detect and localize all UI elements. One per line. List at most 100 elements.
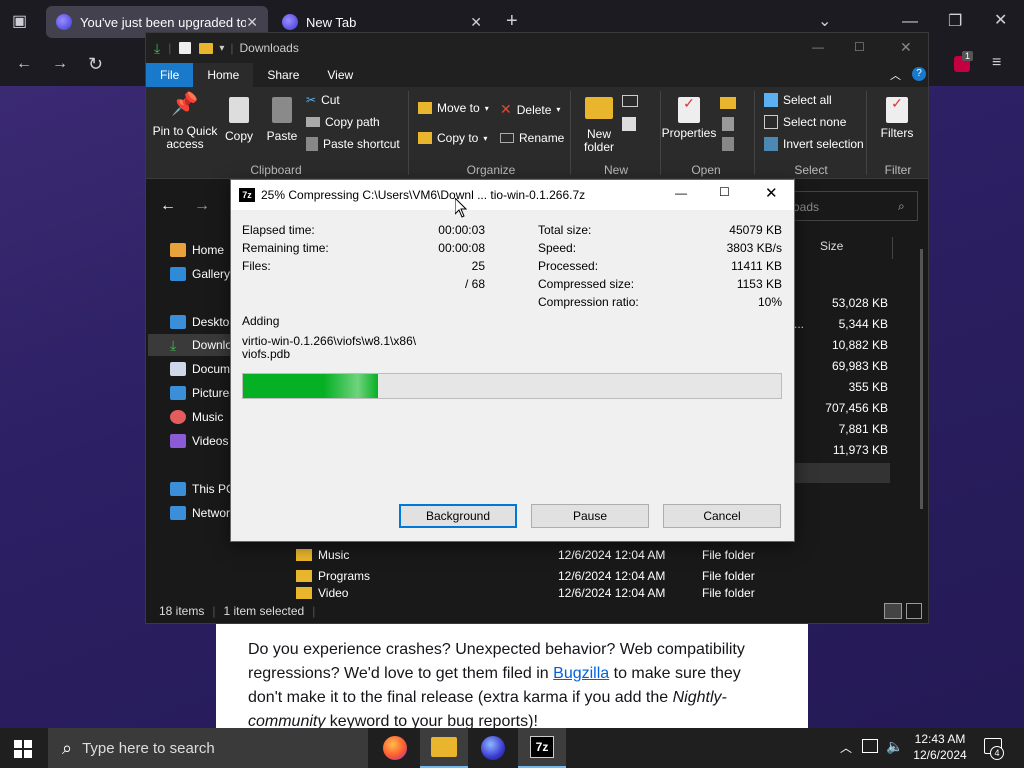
paste-shortcut-button[interactable]: Paste shortcut bbox=[306, 137, 400, 151]
reload-icon[interactable]: ↻ bbox=[88, 55, 103, 73]
nav-desktop[interactable]: Desktop bbox=[170, 315, 236, 329]
new-folder-button[interactable]: New folder bbox=[574, 97, 624, 154]
home-icon bbox=[170, 243, 186, 257]
elapsed-time-label: Elapsed time: bbox=[242, 223, 315, 237]
select-group-label: Select bbox=[794, 163, 828, 177]
close-window-icon[interactable]: ✕ bbox=[994, 13, 1007, 29]
nav-pictures[interactable]: Pictures bbox=[170, 386, 235, 400]
speed-label: Speed: bbox=[538, 241, 577, 255]
music-icon bbox=[170, 410, 186, 424]
copy-button[interactable]: Copy bbox=[222, 97, 256, 143]
new-tab-icon[interactable]: + bbox=[506, 11, 518, 31]
start-button[interactable] bbox=[14, 740, 32, 758]
tab-list-icon[interactable]: ▣ bbox=[12, 14, 27, 30]
taskbar-search[interactable]: ⌕ Type here to search bbox=[48, 728, 368, 768]
progress-bar-fill bbox=[243, 374, 378, 398]
maximize-icon[interactable]: ❐ bbox=[948, 14, 962, 30]
nav-home[interactable]: Home bbox=[170, 243, 224, 257]
maximize-icon[interactable]: ☐ bbox=[854, 40, 865, 54]
open-icon[interactable] bbox=[720, 97, 736, 109]
delete-icon: ✕ bbox=[500, 101, 512, 117]
rename-button[interactable]: Rename bbox=[500, 131, 564, 145]
copy-label: Copy bbox=[224, 129, 253, 143]
folder-quick-icon[interactable] bbox=[199, 42, 214, 54]
chevron-down-icon[interactable]: ⌄ bbox=[818, 14, 831, 30]
size-cell: 10,882 KB bbox=[831, 338, 888, 352]
nightly-taskbar-button[interactable] bbox=[469, 728, 517, 768]
tab-share[interactable]: Share bbox=[253, 63, 313, 87]
nav-music[interactable]: Music bbox=[170, 410, 223, 424]
paste-button[interactable]: Paste bbox=[264, 97, 300, 143]
documents-icon bbox=[170, 362, 186, 376]
close-icon[interactable]: ✕ bbox=[765, 184, 778, 202]
size-column-header[interactable]: Size bbox=[820, 239, 843, 253]
bugzilla-link[interactable]: Bugzilla bbox=[553, 665, 609, 682]
cancel-button[interactable]: Cancel bbox=[663, 504, 781, 528]
cut-button[interactable]: ✂ Cut bbox=[306, 93, 340, 107]
background-button[interactable]: Background bbox=[399, 504, 517, 528]
forward-icon[interactable]: → bbox=[52, 56, 68, 72]
remaining-time-label: Remaining time: bbox=[242, 241, 329, 255]
rename-icon bbox=[500, 133, 514, 143]
tab-file[interactable]: File bbox=[146, 63, 194, 87]
properties-quick-icon[interactable] bbox=[179, 42, 192, 54]
easy-access-icon[interactable] bbox=[622, 117, 636, 131]
large-icons-view-icon[interactable] bbox=[906, 603, 922, 619]
list-item[interactable]: Video 12/6/2024 12:04 AM File folder bbox=[296, 587, 755, 599]
quick-access-dropdown-icon[interactable]: ▾ bbox=[219, 43, 224, 54]
minimize-icon[interactable]: — bbox=[902, 14, 918, 30]
firefox-taskbar-button[interactable] bbox=[371, 728, 419, 768]
close-tab-icon[interactable]: ✕ bbox=[470, 14, 482, 31]
close-tab-icon[interactable]: ✕ bbox=[246, 14, 258, 31]
volume-muted-icon[interactable]: 🔈 bbox=[886, 738, 903, 755]
copy-path-label: Copy path bbox=[325, 115, 380, 129]
list-item[interactable]: Programs 12/6/2024 12:04 AM File folder bbox=[296, 566, 755, 586]
delete-button[interactable]: ✕ Delete ▾ bbox=[500, 101, 560, 118]
compressed-size-label: Compressed size: bbox=[538, 277, 635, 291]
folder-icon bbox=[431, 737, 457, 757]
select-none-button[interactable]: Select none bbox=[764, 115, 846, 129]
nav-network[interactable]: Network bbox=[170, 506, 236, 520]
nav-this-pc[interactable]: This PC bbox=[170, 482, 235, 496]
tab-view[interactable]: View bbox=[313, 63, 367, 87]
history-icon[interactable] bbox=[722, 137, 734, 151]
edit-icon[interactable] bbox=[722, 117, 734, 131]
paste-shortcut-icon bbox=[306, 137, 318, 151]
filters-button[interactable]: ✓ Filters bbox=[872, 96, 922, 140]
back-icon[interactable]: ← bbox=[160, 197, 176, 215]
selected-row-highlight bbox=[794, 463, 890, 483]
list-item[interactable]: Music 12/6/2024 12:04 AM File folder bbox=[296, 545, 755, 565]
tab-home[interactable]: Home bbox=[193, 63, 254, 87]
forward-icon[interactable]: → bbox=[194, 197, 210, 215]
clock[interactable]: 12:43 AM 12/6/2024 bbox=[908, 731, 972, 763]
nav-gallery[interactable]: Gallery bbox=[170, 267, 230, 281]
details-view-icon[interactable] bbox=[884, 603, 902, 619]
chevron-up-icon[interactable]: ︿ bbox=[840, 739, 852, 756]
pin-to-quick-access-button[interactable]: 📌 Pin to Quick access bbox=[150, 93, 220, 151]
scrollbar[interactable] bbox=[920, 249, 923, 509]
nav-videos[interactable]: Videos bbox=[170, 434, 228, 448]
download-icon: ⤓ bbox=[170, 337, 177, 353]
invert-selection-button[interactable]: Invert selection bbox=[764, 137, 864, 151]
nav-label: Home bbox=[192, 243, 225, 257]
move-to-button[interactable]: Move to ▾ bbox=[418, 101, 489, 115]
menu-icon[interactable]: ≡ bbox=[992, 55, 1001, 71]
network-status-icon[interactable] bbox=[862, 739, 878, 753]
minimize-icon[interactable]: — bbox=[675, 186, 687, 200]
maximize-icon[interactable]: ☐ bbox=[719, 185, 730, 199]
back-icon[interactable]: ← bbox=[16, 56, 32, 72]
7zip-taskbar-button[interactable]: 7z bbox=[518, 728, 566, 768]
close-icon[interactable]: ✕ bbox=[900, 39, 912, 56]
collapse-ribbon-icon[interactable]: ︿ bbox=[890, 67, 901, 83]
nav-label: Pictures bbox=[192, 386, 236, 400]
copy-to-button[interactable]: Copy to ▾ bbox=[418, 131, 487, 145]
pause-button[interactable]: Pause bbox=[531, 504, 649, 528]
explorer-taskbar-button[interactable] bbox=[420, 728, 468, 768]
gallery-icon bbox=[170, 267, 186, 281]
select-all-button[interactable]: Select all bbox=[764, 93, 832, 107]
copy-path-button[interactable]: Copy path bbox=[306, 115, 380, 129]
minimize-icon[interactable]: — bbox=[812, 40, 824, 54]
help-icon[interactable]: ? bbox=[912, 67, 926, 81]
properties-button[interactable]: ✓ Properties bbox=[660, 96, 718, 140]
new-item-icon[interactable] bbox=[622, 95, 638, 107]
